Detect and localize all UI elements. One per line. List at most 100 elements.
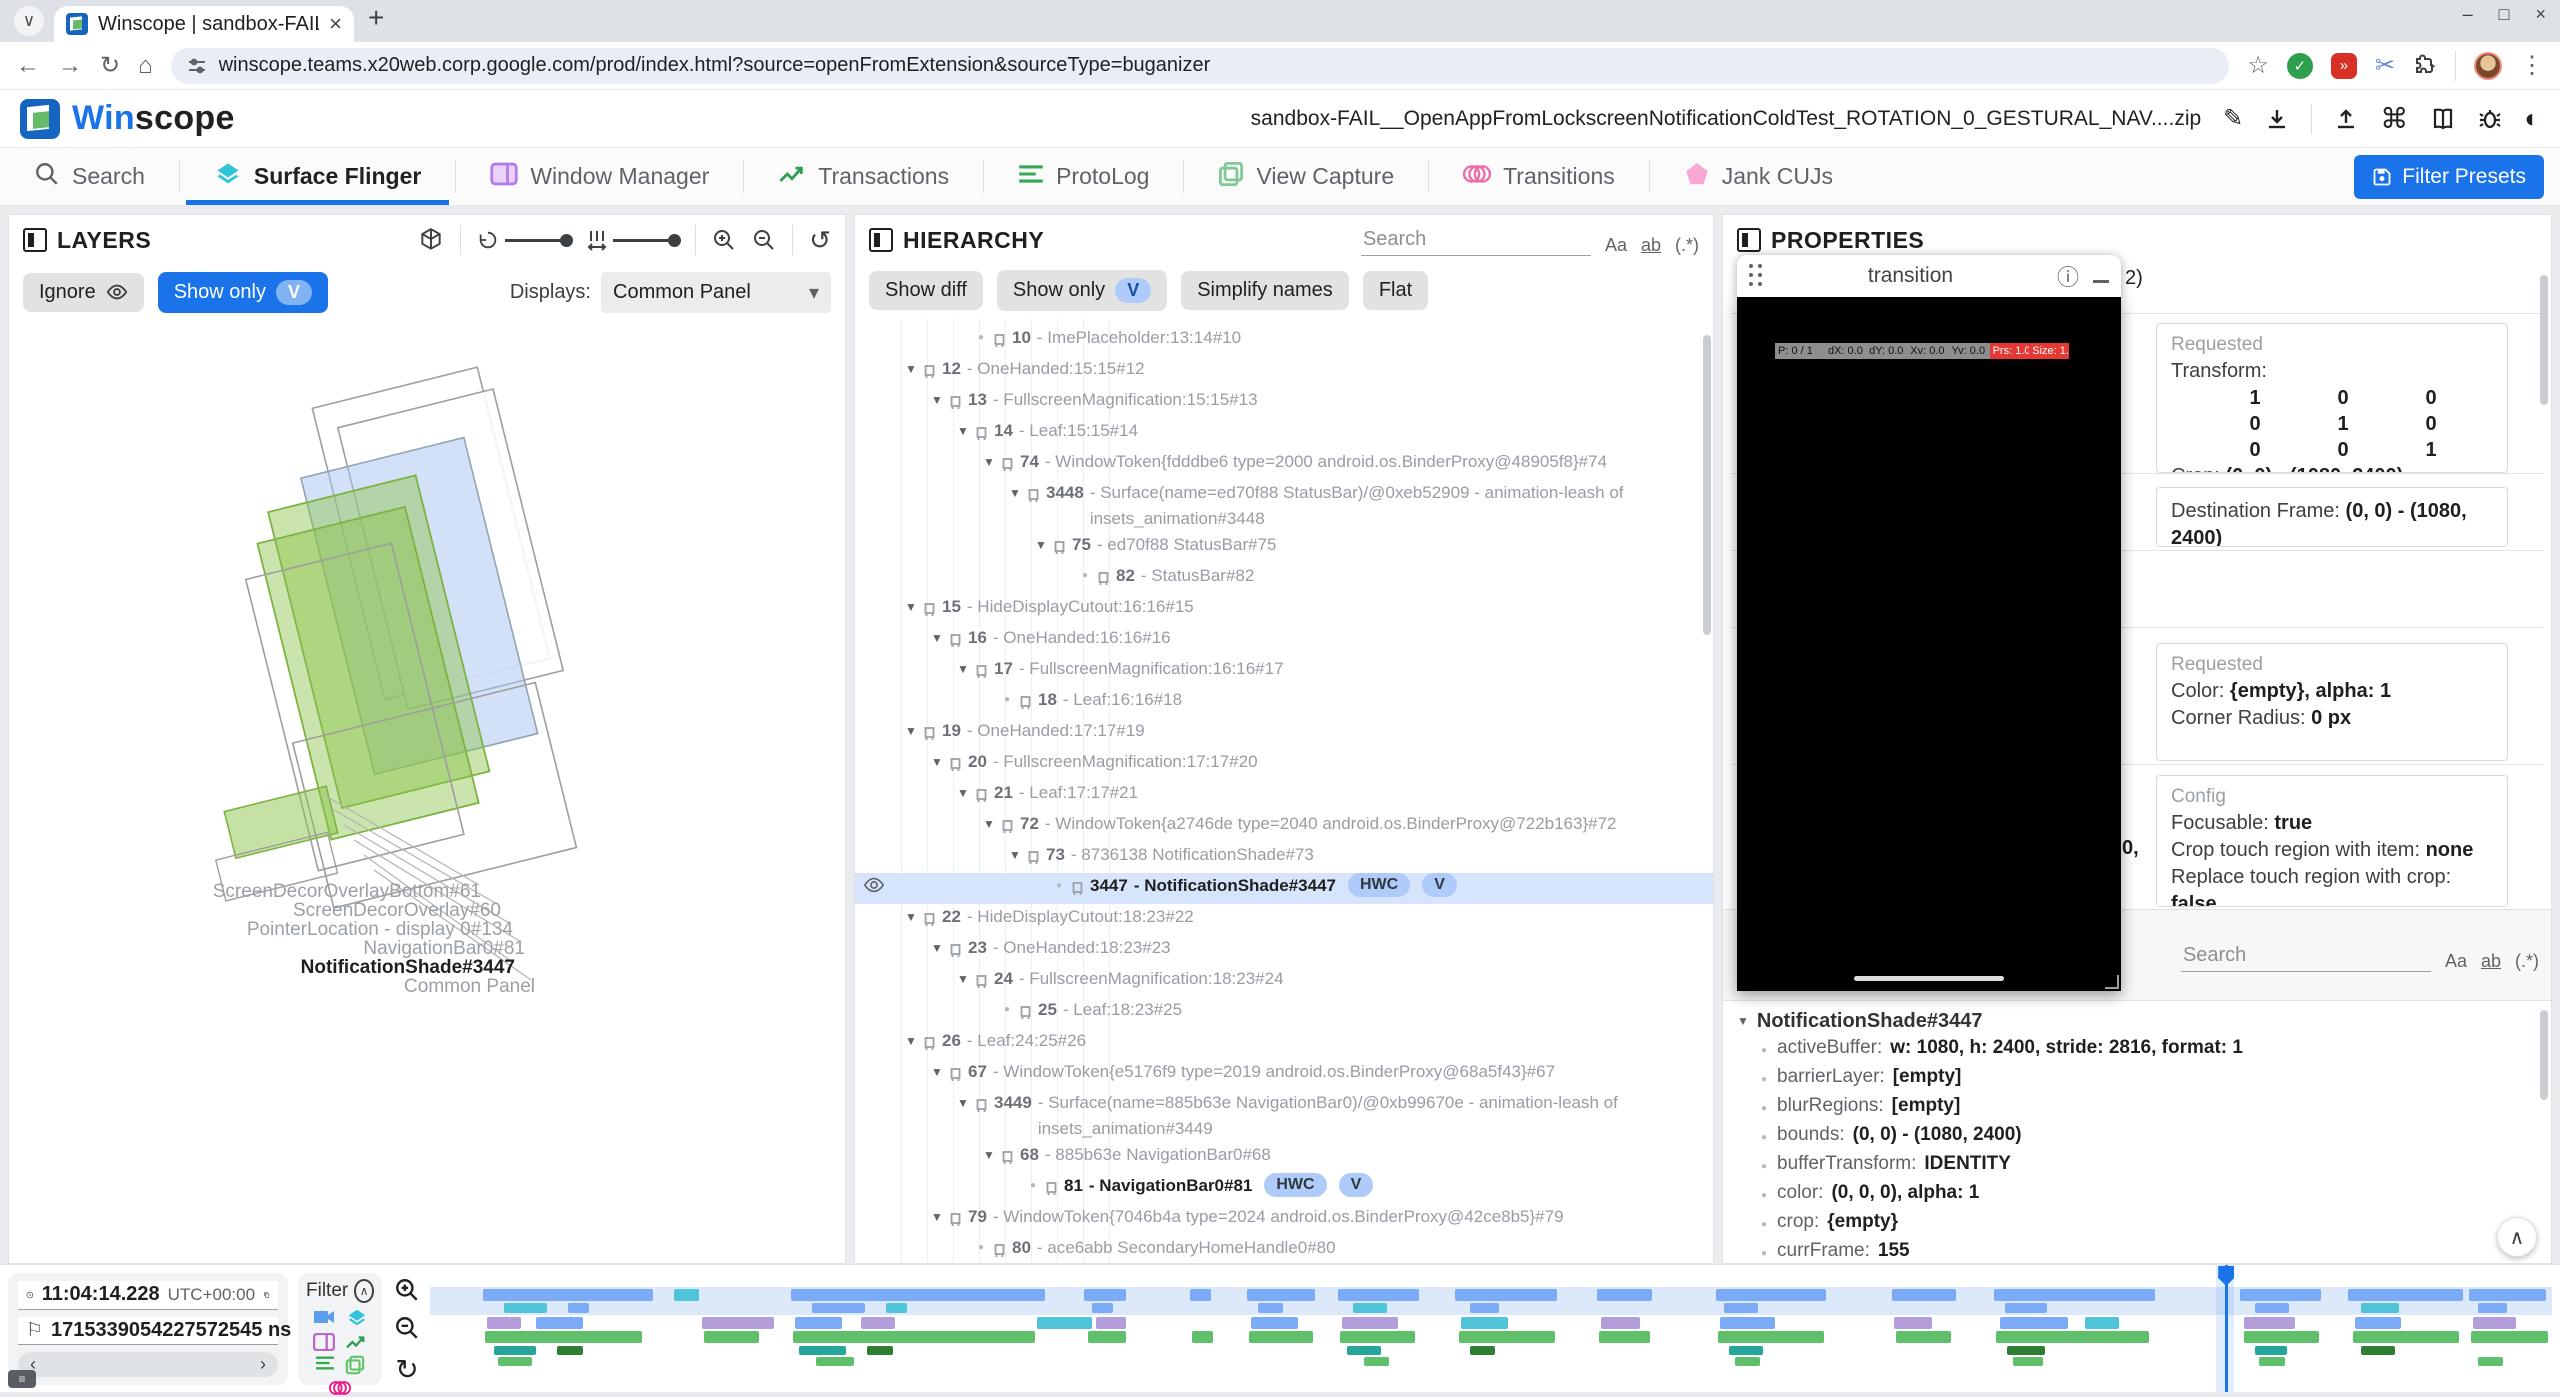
match-case-button[interactable]: Aa: [1605, 235, 1627, 256]
timeline-event-bar[interactable]: [1096, 1317, 1126, 1329]
match-case-button[interactable]: Aa: [2445, 951, 2467, 972]
human-time-row[interactable]: 11:04:14.228 UTC+00:00: [18, 1281, 278, 1310]
tab-view-capture[interactable]: View Capture: [1184, 148, 1428, 205]
flat-chip[interactable]: Flat: [1363, 271, 1428, 310]
tree-row-12[interactable]: ▼12- OneHanded:15:15#12: [855, 356, 1713, 387]
edit-icon[interactable]: ✎: [2223, 104, 2243, 133]
tree-row-10[interactable]: ●10- ImePlaceholder:13:14#10: [855, 325, 1713, 356]
zoom-out-icon[interactable]: [752, 228, 776, 252]
expand-chevron-icon[interactable]: ▼: [1005, 842, 1025, 868]
tree-row-19[interactable]: ▼19- OneHanded:17:17#19: [855, 718, 1713, 749]
expand-chevron-icon[interactable]: ▼: [927, 749, 947, 775]
expand-chevron-icon[interactable]: ▼: [901, 356, 921, 382]
minimize-icon[interactable]: [2093, 280, 2109, 283]
timeline-event-bar[interactable]: [1364, 1357, 1389, 1366]
tree-row-73[interactable]: ▼73- 8736138 NotificationShade#73: [855, 842, 1713, 873]
timeline-event-bar[interactable]: [483, 1289, 653, 1301]
timeline-event-bar[interactable]: [1894, 1317, 1932, 1329]
timeline-event-bar[interactable]: [1724, 1303, 1758, 1313]
timeline-event-bar[interactable]: [793, 1331, 1035, 1343]
simplify-names-chip[interactable]: Simplify names: [1181, 271, 1349, 310]
properties-tree-root[interactable]: ▼NotificationShade#3447: [1737, 1007, 2551, 1035]
timeline-event-bar[interactable]: [2361, 1346, 2395, 1355]
timeline-event-bar[interactable]: [704, 1331, 759, 1343]
dark-mode-icon[interactable]: ◐: [2524, 103, 2540, 134]
timeline-event-bar[interactable]: [1347, 1346, 1381, 1355]
expand-chevron-icon[interactable]: ▼: [927, 387, 947, 413]
cube-3d-icon[interactable]: [418, 227, 444, 253]
timeline-event-bar[interactable]: [2244, 1331, 2318, 1343]
timeline-event-bar[interactable]: [867, 1346, 892, 1355]
display-select[interactable]: Common Panel ▾: [601, 272, 831, 313]
property-row[interactable]: ●currFrame:155: [1737, 1238, 2551, 1263]
url-bar[interactable]: winscope.teams.x20web.corp.google.com/pr…: [171, 48, 2230, 84]
screen-recording-icon[interactable]: [312, 1307, 336, 1327]
tree-row-81[interactable]: ●81- NavigationBar0#81HWCV: [855, 1173, 1713, 1204]
info-icon[interactable]: ⓘ: [2057, 260, 2079, 292]
property-row[interactable]: ●barrierLayer:[empty]: [1737, 1064, 2551, 1093]
timeline-event-bar[interactable]: [1459, 1331, 1554, 1343]
home-icon[interactable]: ⌂: [138, 54, 153, 78]
zoom-in-icon[interactable]: [712, 228, 736, 252]
property-row[interactable]: ●activeBuffer:w: 1080, h: 2400, stride: …: [1737, 1035, 2551, 1064]
timeline-event-bar[interactable]: [1896, 1331, 1951, 1343]
expand-chevron-icon[interactable]: ▼: [979, 1142, 999, 1168]
tree-row-15[interactable]: ▼15- HideDisplayCutout:16:16#15: [855, 594, 1713, 625]
expand-chevron-icon[interactable]: ▼: [979, 811, 999, 837]
transactions-icon[interactable]: [345, 1333, 367, 1351]
ignore-button[interactable]: Ignore: [23, 273, 144, 312]
window-maximize-icon[interactable]: □: [2499, 4, 2510, 25]
tree-row-13[interactable]: ▼13- FullscreenMagnification:15:15#13: [855, 387, 1713, 418]
extensions-puzzle-icon[interactable]: [2413, 54, 2437, 78]
tab-protolog[interactable]: ProtoLog: [984, 148, 1183, 205]
timeline-event-bar[interactable]: [2471, 1331, 2547, 1343]
timeline-event-bar[interactable]: [2361, 1303, 2399, 1313]
layers-3d-view[interactable]: ScreenDecorOverlayBottom#61ScreenDecorOv…: [9, 365, 845, 1253]
timeline-event-bar[interactable]: [1470, 1346, 1495, 1355]
tab-transactions[interactable]: Transactions: [744, 148, 983, 205]
regex-button[interactable]: (.*): [2515, 951, 2539, 972]
expand-chevron-icon[interactable]: ▼: [901, 594, 921, 620]
window-close-icon[interactable]: ×: [2535, 4, 2546, 25]
timeline-event-bar[interactable]: [1353, 1303, 1387, 1313]
property-row[interactable]: ●bounds:(0, 0) - (1080, 2400): [1737, 1122, 2551, 1151]
timeline-event-bar[interactable]: [1092, 1303, 1113, 1313]
timeline-event-bar[interactable]: [1470, 1303, 1500, 1313]
tree-row-79[interactable]: ▼79- WindowToken{7046b4a type=2024 andro…: [855, 1204, 1713, 1235]
tree-row-72[interactable]: ▼72- WindowToken{a2746de type=2040 andro…: [855, 811, 1713, 842]
scroll-to-top-button[interactable]: ∧: [2497, 1217, 2537, 1257]
timeline-event-bar[interactable]: [1088, 1331, 1126, 1343]
show-only-chip[interactable]: Show onlyV: [997, 270, 1167, 311]
tree-row-3449[interactable]: ▼3449- Surface(name=885b63e NavigationBa…: [855, 1090, 1713, 1142]
timeline-event-bar[interactable]: [2005, 1303, 2047, 1313]
timeline-event-bar[interactable]: [2085, 1317, 2119, 1329]
timeline-canvas[interactable]: [430, 1265, 2552, 1392]
expand-chevron-icon[interactable]: ▼: [927, 625, 947, 651]
tree-row-75[interactable]: ▼75- ed70f88 StatusBar#75: [855, 532, 1713, 563]
forward-icon[interactable]: →: [58, 54, 82, 78]
timeline-event-bar[interactable]: [1192, 1331, 1213, 1343]
timeline-event-bar[interactable]: [2255, 1303, 2289, 1313]
timeline-event-bar[interactable]: [1249, 1331, 1313, 1343]
site-settings-icon[interactable]: [187, 56, 207, 76]
timeline-event-bar[interactable]: [2348, 1289, 2463, 1301]
properties-search-input[interactable]: [2181, 940, 2431, 972]
timeline-event-bar[interactable]: [1084, 1289, 1126, 1301]
expand-chevron-icon[interactable]: ▼: [927, 1059, 947, 1085]
filter-presets-button[interactable]: Filter Presets: [2354, 155, 2544, 199]
tree-row-25[interactable]: ●25- Leaf:18:23#25: [855, 997, 1713, 1028]
expand-chevron-icon[interactable]: ▼: [901, 718, 921, 744]
property-row[interactable]: ●crop:{empty}: [1737, 1209, 2551, 1238]
expand-chevron-icon[interactable]: ▼: [979, 449, 999, 475]
match-word-button[interactable]: ab: [1641, 235, 1661, 256]
tree-row-74[interactable]: ▼74- WindowToken{fdddbe6 type=2000 andro…: [855, 449, 1713, 480]
regex-button[interactable]: (.*): [1675, 235, 1699, 256]
tree-row-23[interactable]: ▼23- OneHanded:18:23#23: [855, 935, 1713, 966]
tree-row-16[interactable]: ▼16- OneHanded:16:16#16: [855, 625, 1713, 656]
reset-view-icon[interactable]: ↺: [809, 225, 831, 256]
window-manager-icon[interactable]: [313, 1333, 335, 1351]
show-diff-chip[interactable]: Show diff: [869, 271, 983, 310]
timeline-event-bar[interactable]: [485, 1331, 642, 1343]
property-row[interactable]: ●bufferTransform:IDENTITY: [1737, 1151, 2551, 1180]
extension-video-icon[interactable]: »: [2331, 53, 2357, 79]
